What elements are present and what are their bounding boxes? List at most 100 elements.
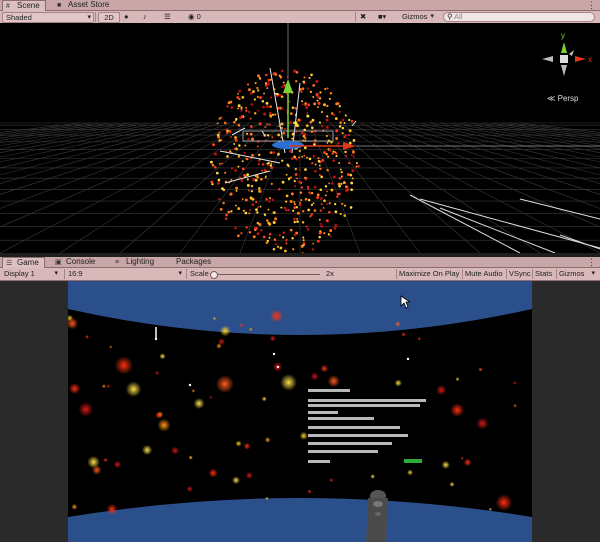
in-game-start-button[interactable]	[404, 459, 422, 463]
particle	[328, 202, 331, 205]
panel-menu-icon[interactable]: ⋮	[587, 0, 596, 10]
particle	[316, 196, 320, 200]
tab-asset-store[interactable]: ■ Asset Store	[54, 0, 114, 10]
particle	[331, 152, 334, 155]
particle	[355, 165, 358, 168]
mode-2d-button[interactable]: 2D	[98, 12, 120, 23]
particle	[269, 124, 271, 126]
particle	[217, 178, 221, 182]
audio-toggle[interactable]: ♪	[143, 12, 155, 22]
particle	[334, 210, 338, 214]
transform-disc[interactable]	[272, 141, 304, 149]
particle	[209, 160, 213, 164]
particle	[264, 73, 267, 77]
mute-audio-toggle[interactable]: Mute Audio	[465, 269, 505, 279]
tab-game[interactable]: ☰ Game	[2, 257, 45, 268]
tab-scene[interactable]: # Scene	[2, 0, 46, 11]
camera-dropdown[interactable]: ■▾	[378, 12, 394, 22]
particle	[299, 191, 303, 194]
effects-dropdown[interactable]: ☰	[164, 12, 178, 22]
particle	[297, 118, 301, 122]
glowing-particle	[208, 468, 218, 478]
particle	[256, 95, 259, 99]
tab-lighting[interactable]: ≡ Lighting	[112, 257, 159, 267]
particle	[218, 197, 221, 201]
glowing-particle	[243, 442, 251, 450]
particle	[306, 87, 309, 90]
gizmo-neg-y-cone[interactable]	[561, 65, 567, 76]
tab-packages[interactable]: Packages	[162, 257, 216, 267]
particle	[282, 131, 285, 135]
particle	[272, 221, 276, 224]
tab-console[interactable]: ▣ Console	[52, 257, 100, 267]
orientation-gizmo[interactable]: y x	[536, 28, 596, 98]
gizmo-center-cube[interactable]	[560, 55, 568, 63]
scene-canvas	[0, 23, 600, 253]
glowing-particle	[219, 325, 231, 337]
particle	[272, 211, 276, 214]
particle	[237, 107, 240, 110]
particle	[304, 103, 307, 106]
particle	[335, 155, 338, 158]
shading-mode-dropdown[interactable]: Shaded	[2, 12, 94, 23]
projection-toggle[interactable]: ≪ Persp	[547, 94, 579, 103]
particle	[324, 185, 328, 188]
particle	[274, 217, 278, 221]
particle	[306, 114, 310, 118]
particle	[321, 158, 324, 162]
particle	[294, 106, 297, 110]
gizmo-neg-x-cone[interactable]	[542, 56, 553, 62]
gizmo-z-cone[interactable]	[569, 50, 574, 56]
gizmos-dropdown[interactable]: Gizmos	[402, 12, 436, 22]
scale-value: 2x	[326, 269, 334, 278]
gizmo-y-cone[interactable]	[561, 42, 567, 53]
particle	[313, 102, 317, 106]
game-viewport[interactable]	[68, 281, 532, 542]
game-gizmos-dropdown[interactable]: Gizmos	[559, 269, 597, 279]
particle	[311, 162, 314, 165]
lighting-toggle[interactable]: ●	[124, 12, 134, 22]
stats-toggle[interactable]: Stats	[535, 269, 553, 279]
glowing-particle	[441, 460, 450, 470]
particle	[319, 223, 322, 226]
vsync-toggle[interactable]: VSync	[509, 269, 531, 279]
particle	[282, 231, 286, 235]
particle	[348, 134, 350, 136]
gizmo-x-cone[interactable]	[575, 56, 586, 62]
particle	[260, 229, 263, 232]
tab-packages-label: Packages	[176, 257, 212, 266]
particle	[339, 212, 342, 216]
particle	[293, 206, 297, 210]
particle	[310, 191, 314, 195]
particle	[276, 245, 280, 248]
tools-toggle[interactable]: ✖	[360, 12, 372, 22]
scale-slider-thumb[interactable]	[210, 271, 218, 279]
particle	[250, 190, 253, 193]
scene-search-input[interactable]: ⚲ All	[443, 12, 595, 22]
grid-line	[439, 122, 600, 154]
maximize-on-play-toggle[interactable]: Maximize On Play	[399, 269, 461, 279]
particle	[323, 199, 326, 203]
grid-line	[519, 122, 600, 133]
hidden-objects-toggle[interactable]: ◉ 0	[188, 12, 210, 22]
mouse-cursor-icon	[400, 295, 410, 309]
display-dropdown[interactable]: Display 1	[4, 269, 60, 279]
panel-menu-icon[interactable]: ⋮	[587, 257, 596, 267]
particle	[337, 142, 340, 145]
aspect-dropdown[interactable]: 16:9	[68, 269, 184, 279]
particle	[257, 153, 261, 157]
particle	[338, 125, 342, 128]
particle	[238, 144, 241, 147]
particle	[224, 121, 227, 125]
particle	[321, 111, 323, 114]
particle	[237, 165, 240, 168]
particle	[225, 217, 228, 220]
particle	[330, 188, 334, 192]
particle	[230, 106, 234, 109]
scale-slider-track[interactable]	[210, 271, 320, 279]
particle	[211, 182, 214, 186]
particle	[282, 81, 285, 84]
particle	[270, 115, 273, 119]
scene-viewport[interactable]: y x ≪ Persp	[0, 23, 600, 253]
particle	[338, 105, 341, 108]
